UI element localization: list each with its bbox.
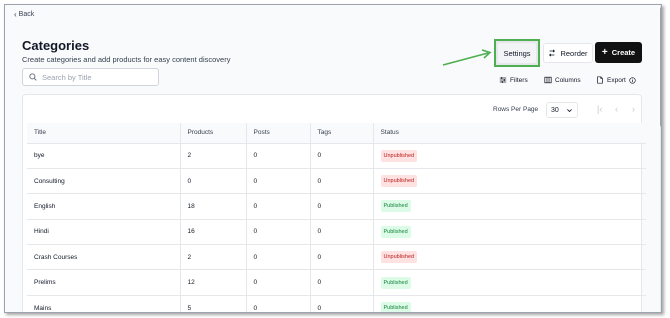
cell-status: Published — [373, 219, 646, 246]
cell-products: 0 — [180, 168, 247, 195]
cell-title[interactable]: English — [27, 193, 181, 220]
status-badge: Published — [380, 225, 411, 238]
settings-button[interactable]: Settings — [497, 42, 537, 64]
status-badge: Published — [380, 276, 411, 289]
table-row[interactable]: English 18 0 0 Published — [27, 193, 646, 220]
cell-title[interactable]: Prelims — [27, 269, 181, 296]
cell-status: Unpublished — [373, 143, 646, 169]
column-header-posts[interactable]: Posts — [246, 123, 311, 144]
table-row[interactable]: Mains 5 0 0 Published — [27, 295, 646, 312]
status-badge: Unpublished — [380, 175, 418, 188]
chevron-right-icon: › — [632, 104, 635, 114]
categories-table: Title Products Posts Tags Status bye 2 0… — [27, 123, 646, 312]
vertical-scrollbar[interactable] — [660, 5, 661, 312]
cell-status: Published — [373, 295, 646, 312]
info-icon — [629, 76, 636, 84]
cell-posts: 0 — [246, 193, 311, 220]
export-label: Export — [607, 76, 626, 84]
app-window: ‹ Back Categories Create categories and … — [4, 4, 662, 313]
status-badge: Unpublished — [380, 251, 418, 264]
columns-label: Columns — [555, 76, 581, 84]
back-link[interactable]: ‹ Back — [14, 10, 35, 19]
cell-posts: 0 — [246, 269, 311, 296]
column-header-products[interactable]: Products — [180, 123, 247, 144]
reorder-button[interactable]: Reorder — [543, 43, 593, 63]
rows-per-page-label: Rows Per Page — [493, 106, 539, 113]
cell-status: Unpublished — [373, 168, 646, 195]
column-header-status[interactable]: Status — [373, 123, 646, 144]
cell-title[interactable]: Crash Courses — [27, 244, 181, 271]
page-subtitle: Create categories and add products for e… — [22, 55, 231, 64]
status-badge: Published — [380, 302, 411, 312]
cell-title[interactable]: bye — [27, 143, 181, 169]
first-page-button[interactable]: |‹ — [597, 104, 602, 114]
rows-per-page-select[interactable]: 30 — [546, 102, 578, 118]
cell-products: 18 — [180, 193, 247, 220]
table-row[interactable]: Prelims 12 0 0 Published — [27, 269, 646, 296]
pointer-arrow-icon — [442, 49, 492, 66]
export-button[interactable]: Export — [596, 76, 636, 84]
cell-products: 16 — [180, 219, 247, 246]
create-button[interactable]: + Create — [595, 42, 642, 63]
cell-tags: 0 — [310, 168, 374, 195]
cell-posts: 0 — [246, 168, 311, 195]
reorder-icon — [549, 49, 556, 57]
chevrons-left-icon: |‹ — [597, 104, 603, 114]
cell-posts: 0 — [246, 219, 311, 246]
cell-products: 2 — [180, 143, 247, 169]
cell-tags: 0 — [310, 269, 374, 296]
reorder-label: Reorder — [560, 48, 588, 58]
cell-tags: 0 — [310, 295, 374, 312]
file-export-icon — [597, 76, 603, 84]
table-row[interactable]: bye 2 0 0 Unpublished — [27, 143, 646, 169]
columns-button[interactable]: Columns — [544, 76, 581, 84]
columns-icon — [544, 76, 552, 84]
cell-title[interactable]: Consulting — [27, 168, 181, 195]
table-header-row: Title Products Posts Tags Status — [27, 123, 646, 144]
plus-icon: + — [601, 46, 608, 58]
table-row[interactable]: Crash Courses 2 0 0 Unpublished — [27, 244, 646, 271]
next-page-button[interactable]: › — [632, 104, 635, 114]
cell-posts: 0 — [246, 244, 311, 271]
back-label: Back — [18, 11, 35, 18]
column-header-title[interactable]: Title — [27, 123, 181, 144]
cell-tags: 0 — [310, 244, 374, 271]
page-title: Categories — [22, 38, 90, 53]
prev-page-button[interactable]: ‹ — [615, 104, 618, 114]
table-row[interactable]: Consulting 0 0 0 Unpublished — [27, 168, 646, 195]
cell-products: 12 — [180, 269, 247, 296]
cell-tags: 0 — [310, 143, 374, 169]
create-label: Create — [611, 48, 636, 57]
chevron-left-icon: ‹ — [615, 104, 618, 114]
cell-products: 5 — [180, 295, 247, 312]
rows-per-page-value: 30 — [551, 106, 559, 114]
settings-label: Settings — [503, 48, 531, 58]
cell-title[interactable]: Hindi — [27, 219, 181, 246]
cell-posts: 0 — [246, 295, 311, 312]
scrollbar-thumb[interactable] — [660, 7, 661, 127]
filters-button[interactable]: Filters — [499, 76, 528, 84]
chevron-down-icon — [567, 108, 572, 112]
cell-status: Published — [373, 269, 646, 296]
cell-title[interactable]: Mains — [27, 295, 181, 312]
search-box[interactable] — [22, 68, 159, 86]
sliders-icon — [499, 77, 507, 83]
column-header-tags[interactable]: Tags — [310, 123, 374, 144]
cell-posts: 0 — [246, 143, 311, 169]
status-badge: Published — [380, 200, 411, 213]
cell-status: Published — [373, 193, 646, 220]
chevron-left-icon: ‹ — [14, 10, 17, 19]
search-icon — [29, 73, 37, 81]
status-badge: Unpublished — [380, 149, 418, 162]
search-input[interactable] — [42, 72, 152, 82]
cell-tags: 0 — [310, 193, 374, 220]
cell-status: Unpublished — [373, 244, 646, 271]
cell-products: 2 — [180, 244, 247, 271]
filters-label: Filters — [510, 76, 528, 84]
table-row[interactable]: Hindi 16 0 0 Published — [27, 219, 646, 246]
cell-tags: 0 — [310, 219, 374, 246]
